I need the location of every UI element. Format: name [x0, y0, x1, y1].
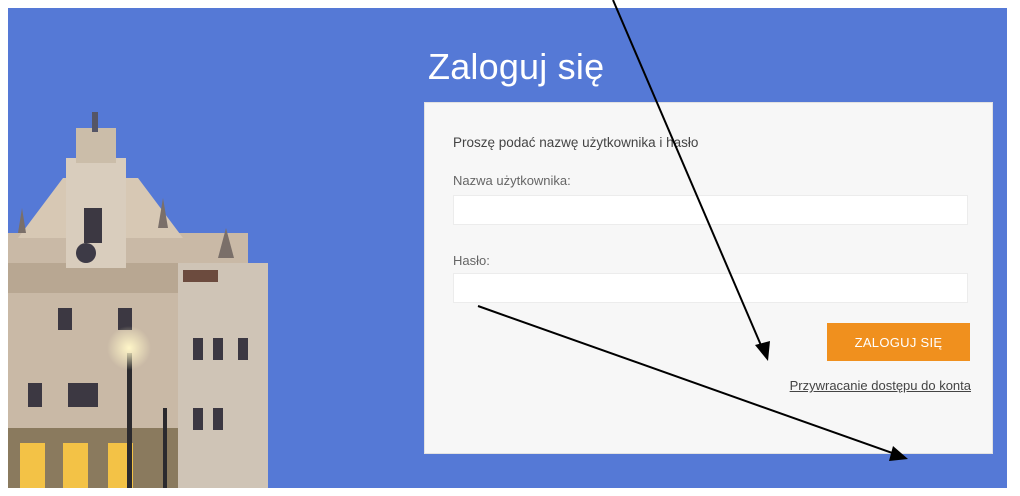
- town-hall-illustration: [8, 8, 428, 488]
- login-button[interactable]: ZALOGUJ SIĘ: [827, 323, 970, 361]
- password-label: Hasło:: [453, 253, 490, 268]
- username-label: Nazwa użytkownika:: [453, 173, 571, 188]
- form-instruction: Proszę podać nazwę użytkownika i hasło: [453, 135, 699, 150]
- recover-access-link[interactable]: Przywracanie dostępu do konta: [790, 378, 971, 393]
- login-page: Zaloguj się Proszę podać nazwę użytkowni…: [8, 8, 1007, 488]
- username-field[interactable]: [453, 195, 968, 225]
- page-title: Zaloguj się: [428, 46, 605, 87]
- login-card: Proszę podać nazwę użytkownika i hasło N…: [424, 102, 993, 454]
- password-field[interactable]: [453, 273, 968, 303]
